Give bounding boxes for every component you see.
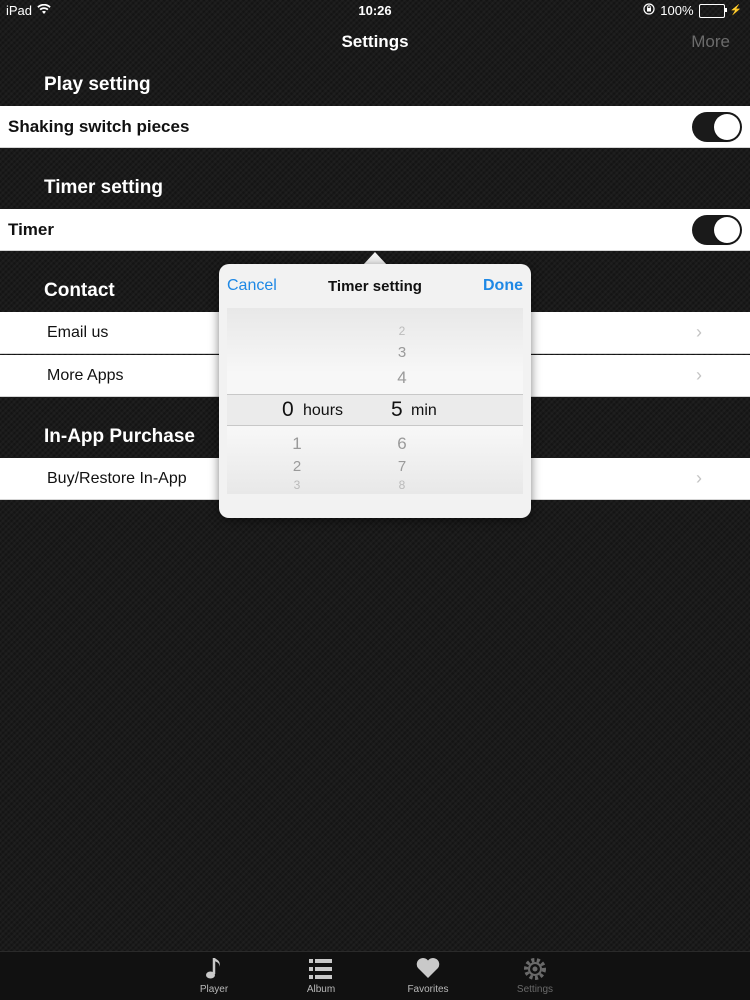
- shaking-label: Shaking switch pieces: [8, 117, 190, 136]
- tab-album[interactable]: Album: [286, 956, 356, 995]
- section-header-contact: Contact: [44, 280, 115, 301]
- music-note-icon: [179, 956, 249, 984]
- minutes-option[interactable]: 6: [387, 434, 417, 454]
- tab-settings[interactable]: Settings: [500, 956, 570, 995]
- buy-restore-label: Buy/Restore In-App: [47, 470, 187, 487]
- toggle-knob: [714, 114, 740, 140]
- section-header-play: Play setting: [44, 74, 151, 95]
- tab-album-label: Album: [306, 984, 336, 995]
- row-timer: Timer: [0, 209, 750, 251]
- gear-icon: [500, 956, 570, 984]
- chevron-right-icon: ›: [696, 322, 702, 342]
- status-right: 100% ⚡: [643, 3, 742, 18]
- hours-option[interactable]: 1: [282, 434, 312, 454]
- tab-player[interactable]: Player: [179, 956, 249, 995]
- section-header-timer: Timer setting: [44, 177, 163, 198]
- chevron-right-icon: ›: [696, 468, 702, 488]
- list-icon: [286, 956, 356, 984]
- timer-label: Timer: [8, 220, 54, 239]
- timer-popover: Cancel Timer setting Done 1 2 3 0 hours …: [219, 264, 531, 518]
- minutes-unit-label: min: [411, 402, 437, 419]
- tab-favorites[interactable]: Favorites: [393, 956, 463, 995]
- done-button[interactable]: Done: [483, 277, 523, 295]
- battery-percent: 100%: [660, 3, 694, 18]
- time-picker[interactable]: 1 2 3 0 hours 2 3 4 5 min 6 7 8: [227, 308, 523, 494]
- heart-icon: [393, 956, 463, 984]
- more-button[interactable]: More: [691, 32, 730, 52]
- status-bar: iPad 10:26 100% ⚡: [0, 0, 750, 22]
- minutes-option[interactable]: 4: [387, 368, 417, 388]
- page-title: Settings: [341, 32, 409, 51]
- minutes-option[interactable]: 8: [387, 478, 417, 492]
- hours-option[interactable]: 2: [282, 458, 312, 475]
- charging-icon: ⚡: [729, 5, 742, 16]
- more-apps-label: More Apps: [47, 367, 124, 384]
- tab-settings-label: Settings: [516, 984, 554, 995]
- hours-option[interactable]: 3: [282, 478, 312, 492]
- email-us-label: Email us: [47, 324, 109, 341]
- minutes-selected[interactable]: 5: [391, 398, 403, 422]
- hours-selected[interactable]: 0: [282, 398, 294, 422]
- toggle-knob: [714, 217, 740, 243]
- timer-toggle[interactable]: [692, 215, 742, 245]
- tab-favorites-label: Favorites: [407, 984, 449, 995]
- status-time: 10:26: [358, 3, 392, 18]
- tab-player-label: Player: [199, 984, 229, 995]
- minutes-option[interactable]: 7: [387, 458, 417, 475]
- minutes-option[interactable]: 2: [387, 324, 417, 338]
- shaking-toggle[interactable]: [692, 112, 742, 142]
- row-shaking-switch: Shaking switch pieces: [0, 106, 750, 148]
- tab-bar: Player Album Favorites Settings: [0, 951, 750, 1000]
- orientation-lock-icon: [643, 3, 655, 18]
- chevron-right-icon: ›: [696, 365, 702, 385]
- navigation-bar: Settings More: [0, 22, 750, 62]
- section-header-iap: In-App Purchase: [44, 426, 195, 447]
- hours-unit-label: hours: [303, 402, 344, 419]
- picker-selection-band: [227, 394, 523, 426]
- minutes-option[interactable]: 3: [387, 344, 417, 361]
- battery-icon: [698, 3, 727, 18]
